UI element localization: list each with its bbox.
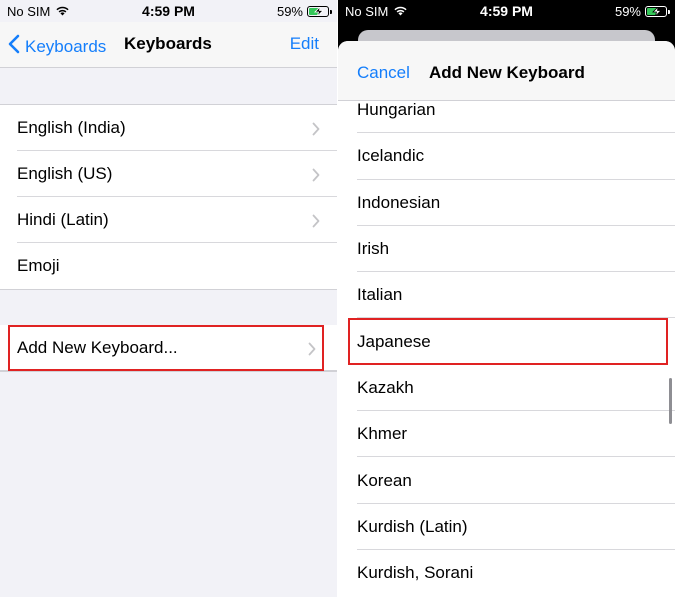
battery-group: 59% [276, 4, 332, 19]
scrollbar[interactable] [669, 378, 672, 424]
language-label: Khmer [357, 424, 408, 444]
chevron-right-icon [312, 167, 320, 187]
keyboards-screen: No SIM 4:59 PM 59% Keyboards Keyboards E… [0, 0, 337, 597]
cancel-button[interactable]: Cancel [357, 63, 410, 83]
language-row-italian[interactable]: Italian [338, 272, 675, 319]
language-label: Italian [357, 285, 403, 305]
language-label: Indonesian [357, 192, 441, 212]
keyboard-label: Emoji [17, 256, 60, 275]
add-keyboard-label: Add New Keyboard... [17, 338, 178, 357]
battery-percent: 59% [614, 4, 641, 19]
language-label: Korean [357, 470, 412, 490]
battery-group: 59% [614, 4, 670, 19]
keyboard-row-emoji[interactable]: Emoji [0, 243, 337, 289]
battery-icon [645, 6, 670, 17]
chevron-right-icon [312, 213, 320, 233]
language-row-kazakh[interactable]: Kazakh [338, 365, 675, 412]
language-row-icelandic[interactable]: Icelandic [338, 133, 675, 180]
page-title: Keyboards [124, 34, 212, 53]
add-new-keyboard-button[interactable]: Add New Keyboard... [8, 325, 324, 371]
battery-percent: 59% [276, 4, 303, 19]
edit-button[interactable]: Edit [290, 34, 319, 54]
language-label: Irish [357, 239, 390, 259]
language-row-korean[interactable]: Korean [338, 457, 675, 504]
keyboard-row-hindi-latin[interactable]: Hindi (Latin) [0, 197, 337, 243]
add-keyboard-sheet: Hungarian Icelandic Indonesian Irish Italian… [338, 41, 675, 597]
chevron-right-icon [312, 121, 320, 141]
language-label: Hungarian [357, 100, 436, 120]
sheet-title: Add New Keyboard [429, 63, 585, 82]
language-label: Icelandic [357, 146, 425, 166]
add-keyboard-cell: Add New Keyboard... [0, 325, 337, 371]
keyboard-row-english-india[interactable]: English (India) [0, 105, 337, 151]
keyboard-label: English (India) [17, 118, 126, 137]
chevron-right-icon [308, 341, 316, 361]
status-bar: No SIM 4:59 PM 59% [0, 0, 337, 22]
add-keyboard-screen: No SIM 4:59 PM 59% Hungarian Icelandic Ind… [338, 0, 675, 597]
add-keyboard-group: Add New Keyboard... [0, 325, 337, 372]
keyboard-label: English (US) [17, 164, 113, 183]
chevron-left-icon [8, 34, 20, 59]
language-row-irish[interactable]: Irish [338, 226, 675, 273]
language-label: Kurdish (Latin) [357, 516, 468, 536]
language-row-kurdish-sorani[interactable]: Kurdish, Sorani [338, 550, 675, 596]
language-list: Hungarian Icelandic Indonesian Irish Italian… [338, 87, 675, 596]
keyboard-list: English (India) English (US) Hindi (Lati… [0, 104, 337, 290]
back-button[interactable]: Keyboards [8, 34, 106, 59]
language-row-kurdish-latin[interactable]: Kurdish (Latin) [338, 504, 675, 550]
sheet-nav-bar: Cancel Add New Keyboard [338, 41, 675, 101]
battery-icon [307, 6, 332, 17]
language-label: Kazakh [357, 377, 414, 397]
language-row-indonesian[interactable]: Indonesian [338, 180, 675, 226]
language-row-japanese[interactable]: Japanese [348, 318, 668, 365]
back-label: Keyboards [25, 36, 107, 56]
nav-bar: Keyboards Keyboards Edit [0, 22, 337, 68]
language-label: Kurdish, Sorani [357, 563, 474, 583]
keyboard-row-english-us[interactable]: English (US) [0, 151, 337, 197]
language-label: Japanese [357, 331, 431, 351]
status-bar: No SIM 4:59 PM 59% [338, 0, 675, 22]
language-row-khmer[interactable]: Khmer [338, 411, 675, 458]
keyboard-label: Hindi (Latin) [17, 210, 109, 229]
